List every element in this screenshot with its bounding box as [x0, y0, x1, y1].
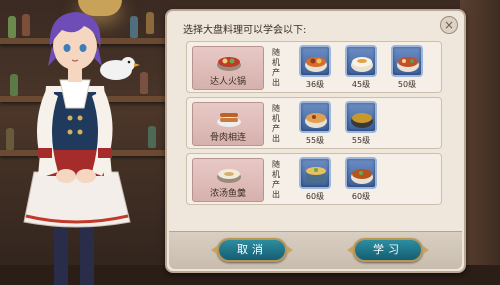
hotpot-icon — [217, 57, 241, 71]
recipe-name: 浓汤鱼羹 — [209, 189, 246, 199]
tea-soup-bowl-icon — [351, 113, 373, 128]
cancel-button[interactable]: 取消 — [217, 238, 287, 262]
source-recipe-card[interactable]: 达人火锅 — [192, 46, 264, 90]
source-recipe-card[interactable]: 骨肉相连 — [192, 102, 264, 146]
level-label: 50级 — [397, 80, 417, 89]
braised-meat-bowl-icon — [397, 57, 419, 72]
recipe-row: 骨肉相连 随机产出 55级 55级 — [186, 97, 442, 149]
wall-panel — [460, 0, 500, 285]
level-label: 45级 — [351, 80, 371, 89]
recipe-dialog: 选择大盘料理可以学会以下: × 达人火锅 随机产出 36级 45级 50级 骨肉… — [165, 9, 466, 273]
result-dish-slot[interactable] — [345, 45, 377, 77]
recipe-row: 达人火锅 随机产出 36级 45级 50级 — [186, 41, 442, 93]
fried-dish-bowl-icon — [351, 169, 373, 184]
random-output-label: 随机产出 — [272, 160, 280, 199]
result-dish-slot[interactable] — [299, 101, 331, 133]
dialog-title: 选择大盘料理可以学会以下: — [183, 25, 307, 36]
close-button[interactable]: × — [440, 16, 458, 34]
recipe-row: 浓汤鱼羹 随机产出 60级 60级 — [186, 153, 442, 205]
stew-pot-icon — [306, 167, 326, 183]
level-label: 55级 — [351, 136, 371, 145]
result-dish-slot[interactable] — [345, 101, 377, 133]
npc-chef-character — [23, 12, 140, 285]
source-recipe-card[interactable]: 浓汤鱼羹 — [192, 158, 264, 202]
level-label: 60级 — [305, 192, 325, 201]
random-output-label: 随机产出 — [272, 48, 280, 87]
random-output-label: 随机产出 — [272, 104, 280, 143]
recipe-name: 骨肉相连 — [209, 133, 246, 143]
rice-bowl-icon — [351, 57, 373, 72]
result-dish-slot[interactable] — [391, 45, 423, 77]
learn-button[interactable]: 学习 — [353, 238, 423, 262]
level-label: 55级 — [305, 136, 325, 145]
fish-soup-icon — [217, 169, 241, 183]
recipe-name: 达人火锅 — [209, 77, 246, 87]
stew-bowl-icon — [305, 113, 327, 128]
skewers-icon — [217, 113, 241, 127]
dialog-footer: 取消 学习 — [169, 231, 462, 269]
level-label: 36级 — [305, 80, 325, 89]
meat-stew-bowl-icon — [305, 57, 327, 72]
result-dish-slot[interactable] — [299, 45, 331, 77]
result-dish-slot[interactable] — [345, 157, 377, 189]
level-label: 60级 — [351, 192, 371, 201]
result-dish-slot[interactable] — [299, 157, 331, 189]
